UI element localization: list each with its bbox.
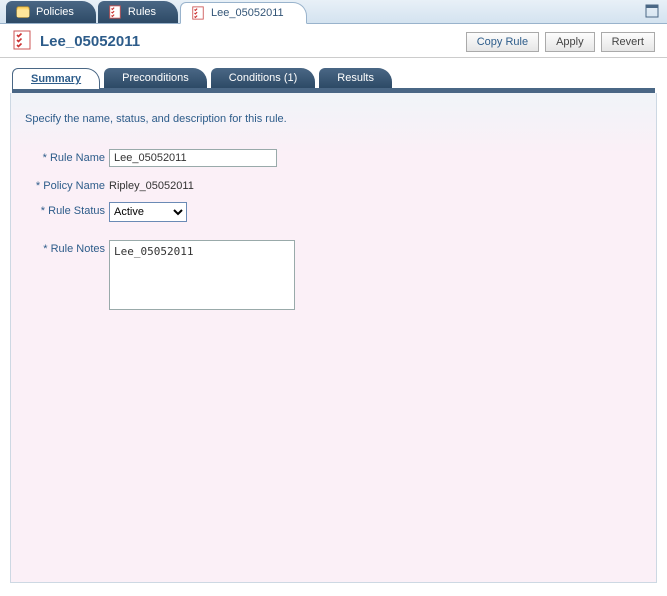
copy-rule-button[interactable]: Copy Rule	[466, 32, 539, 52]
field-rule-name	[109, 149, 277, 167]
content-panel: Specify the name, status, and descriptio…	[10, 93, 657, 583]
policy-name-value: Ripley_05052011	[109, 177, 194, 192]
policies-icon	[16, 5, 30, 19]
tab-preconditions[interactable]: Preconditions	[104, 68, 207, 88]
rule-notes-textarea[interactable]	[109, 240, 295, 310]
field-rule-status: Active	[109, 202, 187, 222]
outer-tab-policies-label: Policies	[36, 6, 74, 18]
row-policy-name: * Policy Name Ripley_05052011	[25, 177, 642, 192]
tab-conditions[interactable]: Conditions (1)	[211, 68, 315, 88]
toolbar-right: Copy Rule Apply Revert	[466, 32, 655, 52]
toolbar: Lee_05052011 Copy Rule Apply Revert	[0, 24, 667, 58]
outer-tab-policies[interactable]: Policies	[6, 1, 96, 23]
rule-icon	[12, 30, 32, 53]
outer-tab-current[interactable]: Lee_05052011	[180, 2, 307, 24]
label-rule-status: * Rule Status	[25, 202, 109, 217]
revert-button[interactable]: Revert	[601, 32, 655, 52]
outer-tab-current-label: Lee_05052011	[211, 7, 284, 19]
outer-tab-rules[interactable]: Rules	[98, 1, 178, 23]
field-rule-notes	[109, 240, 295, 313]
apply-button[interactable]: Apply	[545, 32, 595, 52]
toolbar-left: Lee_05052011	[12, 30, 140, 53]
row-rule-name: * Rule Name	[25, 149, 642, 167]
rule-name-input[interactable]	[109, 149, 277, 167]
rule-status-select[interactable]: Active	[109, 202, 187, 222]
row-rule-notes: * Rule Notes	[25, 240, 642, 313]
page-title: Lee_05052011	[40, 33, 140, 50]
outer-tab-bar: Policies Rules Lee_05052011	[0, 0, 667, 24]
inner-tab-bar: Summary Preconditions Conditions (1) Res…	[12, 68, 655, 93]
maximize-icon[interactable]	[645, 4, 659, 18]
rules-icon	[108, 5, 122, 19]
rule-doc-icon	[191, 6, 205, 20]
label-rule-name: * Rule Name	[25, 149, 109, 164]
outer-tab-rules-label: Rules	[128, 6, 156, 18]
tab-summary[interactable]: Summary	[12, 68, 100, 89]
label-rule-notes: * Rule Notes	[25, 240, 109, 255]
label-policy-name: * Policy Name	[25, 177, 109, 192]
tab-results[interactable]: Results	[319, 68, 392, 88]
intro-text: Specify the name, status, and descriptio…	[25, 113, 642, 125]
row-rule-status: * Rule Status Active	[25, 202, 642, 222]
